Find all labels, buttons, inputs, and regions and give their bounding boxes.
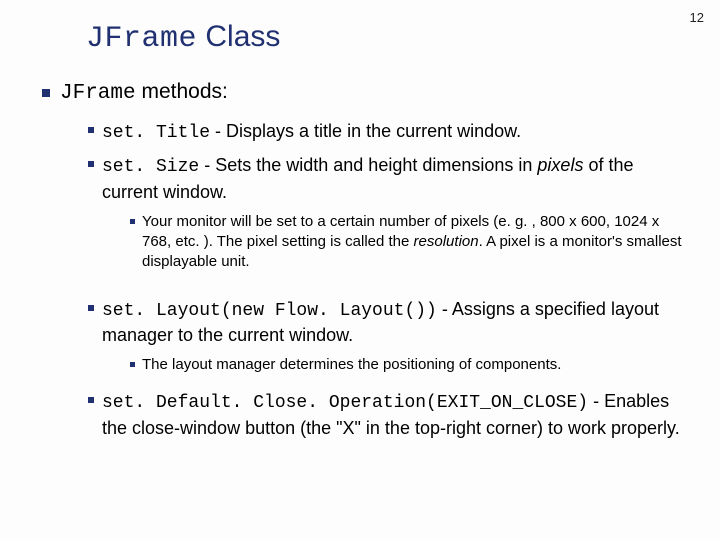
bullet-icon — [42, 89, 50, 97]
item-settitle: set. Title - Displays a title in the cur… — [88, 119, 692, 145]
note-resolution: Your monitor will be set to a certain nu… — [130, 212, 692, 273]
heading-code: JFrame — [60, 82, 136, 105]
heading-methods: JFrame methods: — [42, 80, 692, 105]
title-code: JFrame — [86, 22, 197, 56]
page-number: 12 — [690, 10, 704, 25]
item-setlayout: set. Layout(new Flow. Layout()) - Assign… — [88, 297, 692, 348]
code-setdefaultclose: set. Default. Close. Operation(EXIT_ON_C… — [102, 393, 588, 413]
code-setsize: set. Size — [102, 157, 199, 177]
note-layout-text: The layout manager determines the positi… — [142, 355, 692, 375]
note-layout: The layout manager determines the positi… — [130, 355, 692, 375]
code-settitle: set. Title — [102, 123, 210, 143]
note-resolution-em: resolution — [414, 233, 479, 250]
bullet-icon — [88, 397, 94, 403]
title-rest: Class — [197, 20, 280, 53]
code-setlayout: set. Layout(new Flow. Layout()) — [102, 301, 437, 321]
item-setdefaultclose: set. Default. Close. Operation(EXIT_ON_C… — [88, 389, 692, 440]
content-list: JFrame methods: set. Title - Displays a … — [28, 80, 692, 440]
bullet-icon — [88, 161, 94, 167]
desc-settitle: - Displays a title in the current window… — [210, 121, 521, 141]
bullet-icon — [130, 362, 135, 367]
slide-title: JFrame Class — [86, 20, 692, 56]
bullet-icon — [88, 305, 94, 311]
bullet-icon — [130, 219, 135, 224]
slide: 12 JFrame Class JFrame methods: set. Tit… — [0, 0, 720, 468]
heading-rest: methods: — [136, 80, 228, 103]
bullet-icon — [88, 127, 94, 133]
item-setsize: set. Size - Sets the width and height di… — [88, 153, 692, 204]
desc-setsize-a: - Sets the width and height dimensions i… — [199, 155, 537, 175]
desc-setsize-em: pixels — [537, 155, 583, 175]
